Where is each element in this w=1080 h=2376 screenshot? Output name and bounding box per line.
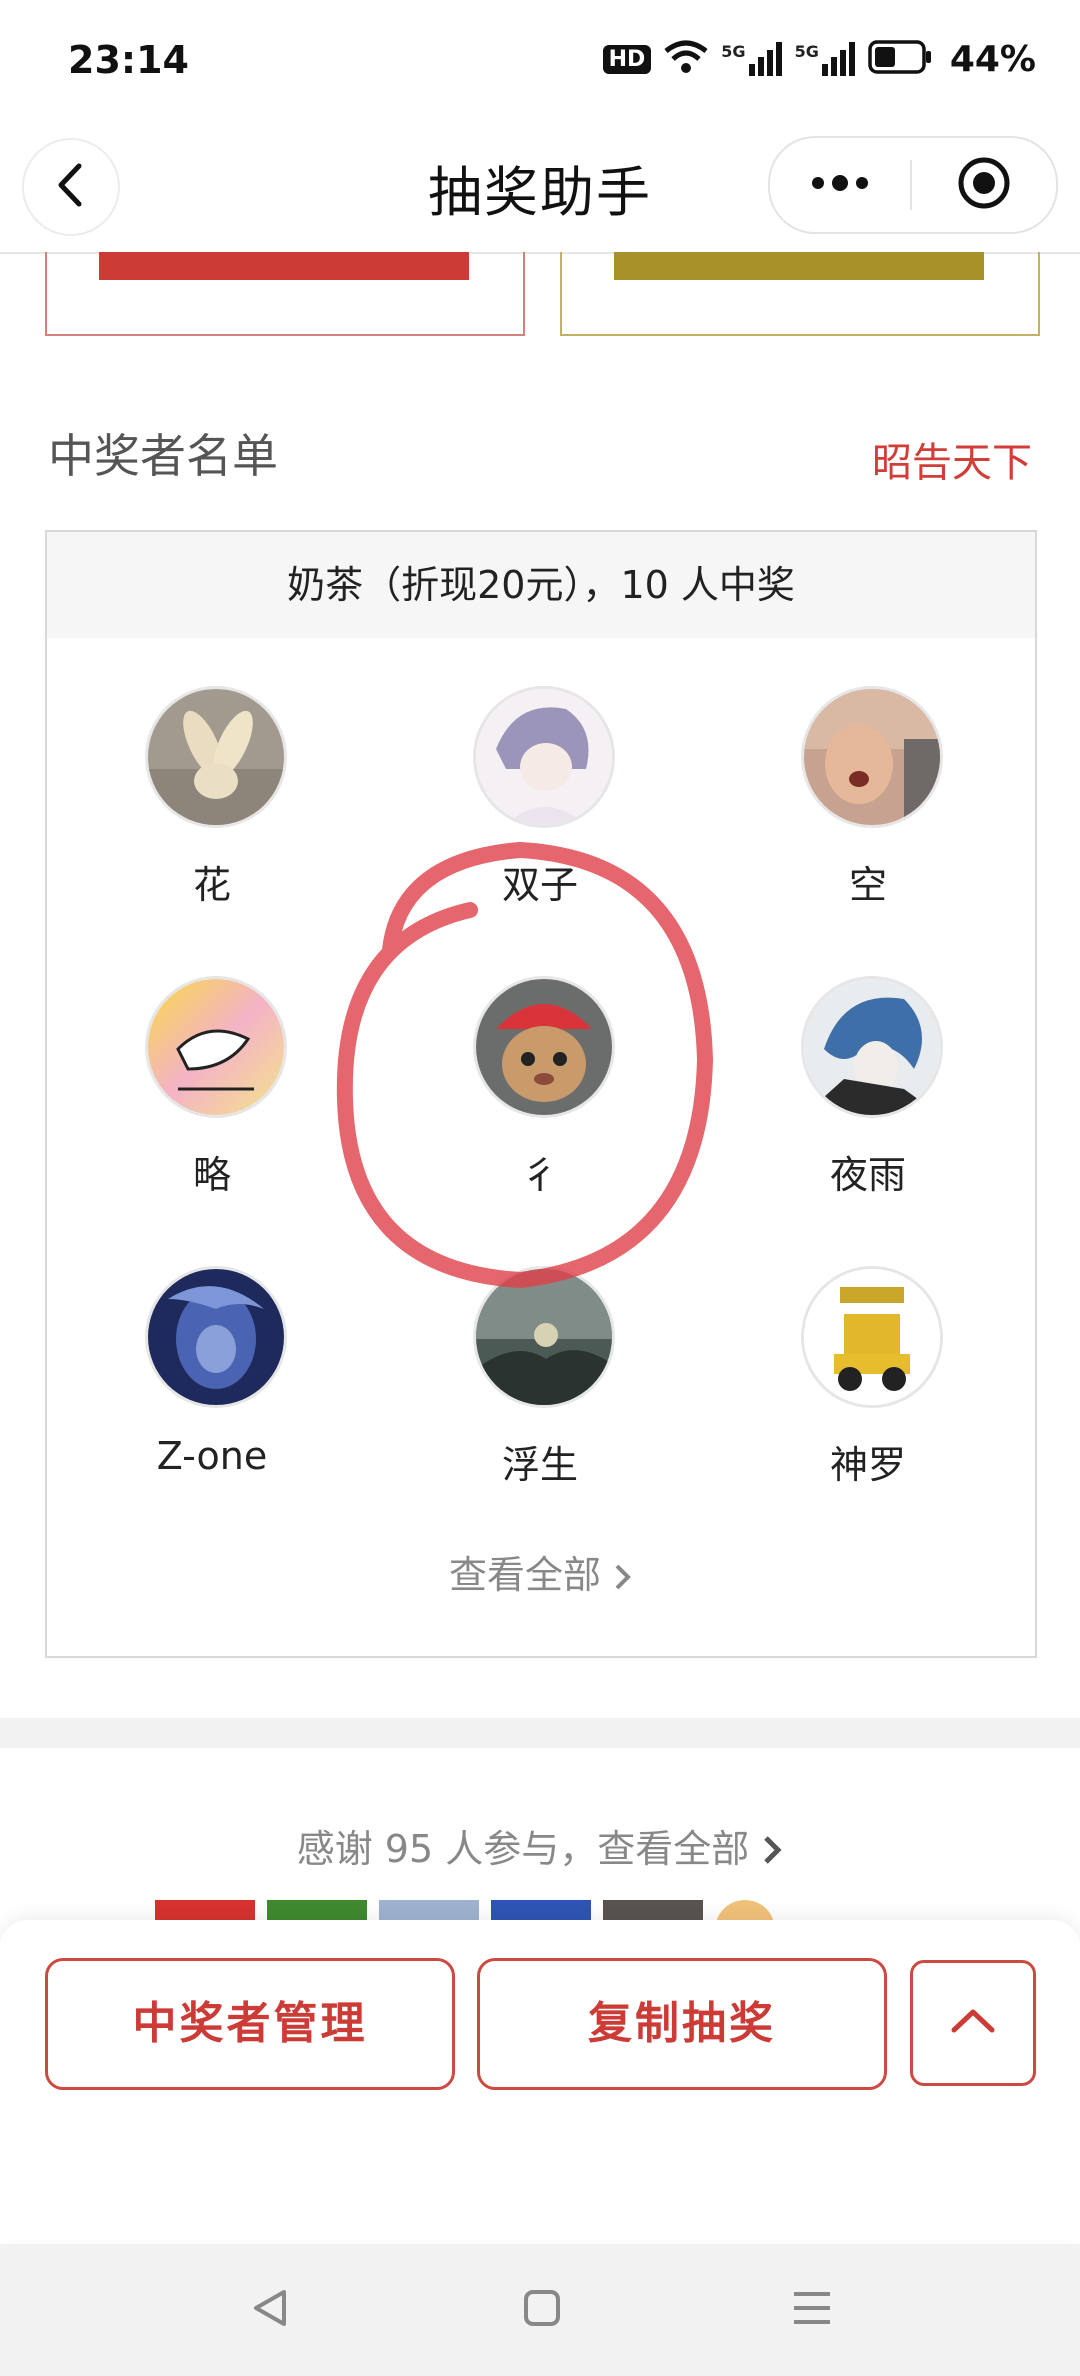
winner-name: Z-one — [156, 1434, 268, 1478]
winner-item[interactable]: 浮生 — [375, 1266, 705, 1556]
hd-badge: HD — [602, 44, 652, 74]
prize-card-bar — [99, 252, 469, 280]
winner-name: 彳 — [520, 1153, 559, 1197]
avatar — [801, 1266, 943, 1408]
nav-bar: 抽奖助手 — [0, 120, 1080, 254]
winner-item[interactable]: 双子 — [375, 686, 705, 976]
avatar — [801, 976, 943, 1118]
copy-lottery-button[interactable]: 复制抽奖 — [477, 1958, 887, 2090]
avatar — [145, 976, 287, 1118]
winner-name: 空 — [848, 863, 887, 907]
chevron-right-icon — [761, 1827, 783, 1871]
chevron-up-icon — [948, 2006, 998, 2040]
chevron-right-icon — [613, 1553, 633, 1597]
prize-card-bar — [614, 252, 984, 280]
winner-name: 略 — [192, 1153, 231, 1197]
wifi-icon — [663, 39, 709, 79]
announce-link[interactable]: 昭告天下 — [872, 430, 1032, 488]
more-dots-icon — [808, 173, 872, 197]
scroll-to-top-button[interactable] — [910, 1960, 1036, 2086]
winner-name: 双子 — [501, 863, 578, 907]
avatar — [473, 686, 615, 828]
participants-link[interactable]: 感谢 95 人参与，查看全部 — [0, 1818, 1080, 1873]
winner-item[interactable]: 神罗 — [703, 1266, 1033, 1556]
manage-winners-button[interactable]: 中奖者管理 — [45, 1958, 455, 2090]
winner-item[interactable]: 略 — [47, 976, 377, 1266]
avatar — [473, 976, 615, 1118]
winner-name: 浮生 — [501, 1443, 578, 1487]
winner-item[interactable]: Z-one — [47, 1266, 377, 1556]
signal-icon-1: 5G — [721, 42, 782, 76]
nav-menu-icon[interactable] — [792, 2288, 832, 2332]
status-time: 23:14 — [68, 38, 189, 82]
battery-percent: 44% — [949, 38, 1036, 80]
close-button[interactable] — [912, 138, 1056, 232]
mini-program-capsule — [768, 136, 1058, 234]
prize-header: 奶茶（折现20元），10 人中奖 — [47, 532, 1035, 638]
winner-name: 花 — [192, 863, 231, 907]
system-navigation-bar — [0, 2244, 1080, 2376]
prize-card-left[interactable] — [45, 252, 525, 336]
battery-icon — [868, 40, 932, 78]
winner-item[interactable]: 彳 — [375, 976, 705, 1266]
section-divider — [0, 1718, 1080, 1748]
nav-home-icon[interactable] — [522, 2288, 562, 2332]
avatar — [801, 686, 943, 828]
status-icons: HD 5G 5G 44% — [602, 34, 1036, 84]
avatar — [473, 1266, 615, 1408]
winners-section-title: 中奖者名单 — [48, 429, 278, 483]
bottom-action-bar: 中奖者管理 复制抽奖 — [0, 1920, 1080, 2240]
winner-item[interactable]: 夜雨 — [703, 976, 1033, 1266]
winner-name: 神罗 — [829, 1443, 906, 1487]
winner-item[interactable]: 空 — [703, 686, 1033, 976]
target-circle-icon — [956, 155, 1012, 215]
avatar — [145, 686, 287, 828]
winner-name: 夜雨 — [829, 1153, 906, 1197]
view-all-winners-link[interactable]: 查看全部 — [47, 1544, 1035, 1599]
winner-item[interactable]: 花 — [47, 686, 377, 976]
status-bar: 23:14 HD 5G 5G 44% — [0, 0, 1080, 120]
winners-panel: 奶茶（折现20元），10 人中奖 花 双子 空 略 彳 夜雨 Z-one 浮生 … — [45, 530, 1037, 1658]
signal-icon-2: 5G — [795, 42, 856, 76]
prize-card-right[interactable] — [560, 252, 1040, 336]
nav-back-icon[interactable] — [248, 2286, 292, 2334]
more-button[interactable] — [770, 138, 910, 232]
avatar — [145, 1266, 287, 1408]
